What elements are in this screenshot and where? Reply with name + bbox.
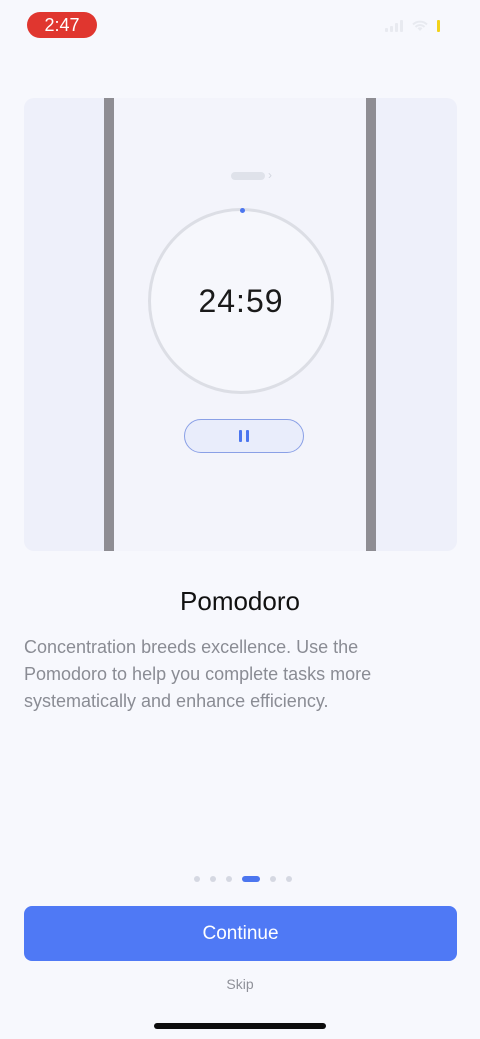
page-description: Concentration breeds excellence. Use the… bbox=[24, 637, 372, 711]
battery-icon bbox=[437, 20, 440, 32]
continue-button[interactable]: Continue bbox=[24, 906, 457, 961]
pause-icon bbox=[239, 430, 249, 442]
pager-dot bbox=[286, 876, 292, 882]
page-indicator bbox=[194, 876, 292, 882]
wifi-icon bbox=[412, 20, 428, 31]
onboarding-screen: 2:47 › 24:59 Pomodoro Concentration bree… bbox=[0, 0, 480, 1039]
timer-display: 24:59 bbox=[198, 282, 284, 319]
phone-frame: › 24:59 bbox=[104, 98, 376, 551]
pager-dot bbox=[226, 876, 232, 882]
pager-dot-active bbox=[242, 876, 260, 882]
page-title: Pomodoro bbox=[180, 586, 300, 616]
timer-ring: 24:59 bbox=[148, 208, 334, 394]
pause-button bbox=[184, 419, 304, 453]
status-time: 2:47 bbox=[27, 12, 97, 38]
pager-dot bbox=[194, 876, 200, 882]
status-icons bbox=[385, 20, 440, 32]
pager-dot bbox=[270, 876, 276, 882]
chevron-right-icon: › bbox=[268, 168, 272, 182]
phone-header-pill bbox=[231, 172, 265, 180]
signal-icon bbox=[385, 20, 403, 32]
pomodoro-illustration: › 24:59 bbox=[24, 98, 457, 551]
skip-link[interactable]: Skip bbox=[0, 976, 480, 992]
pager-dot bbox=[210, 876, 216, 882]
home-indicator[interactable] bbox=[154, 1023, 326, 1029]
